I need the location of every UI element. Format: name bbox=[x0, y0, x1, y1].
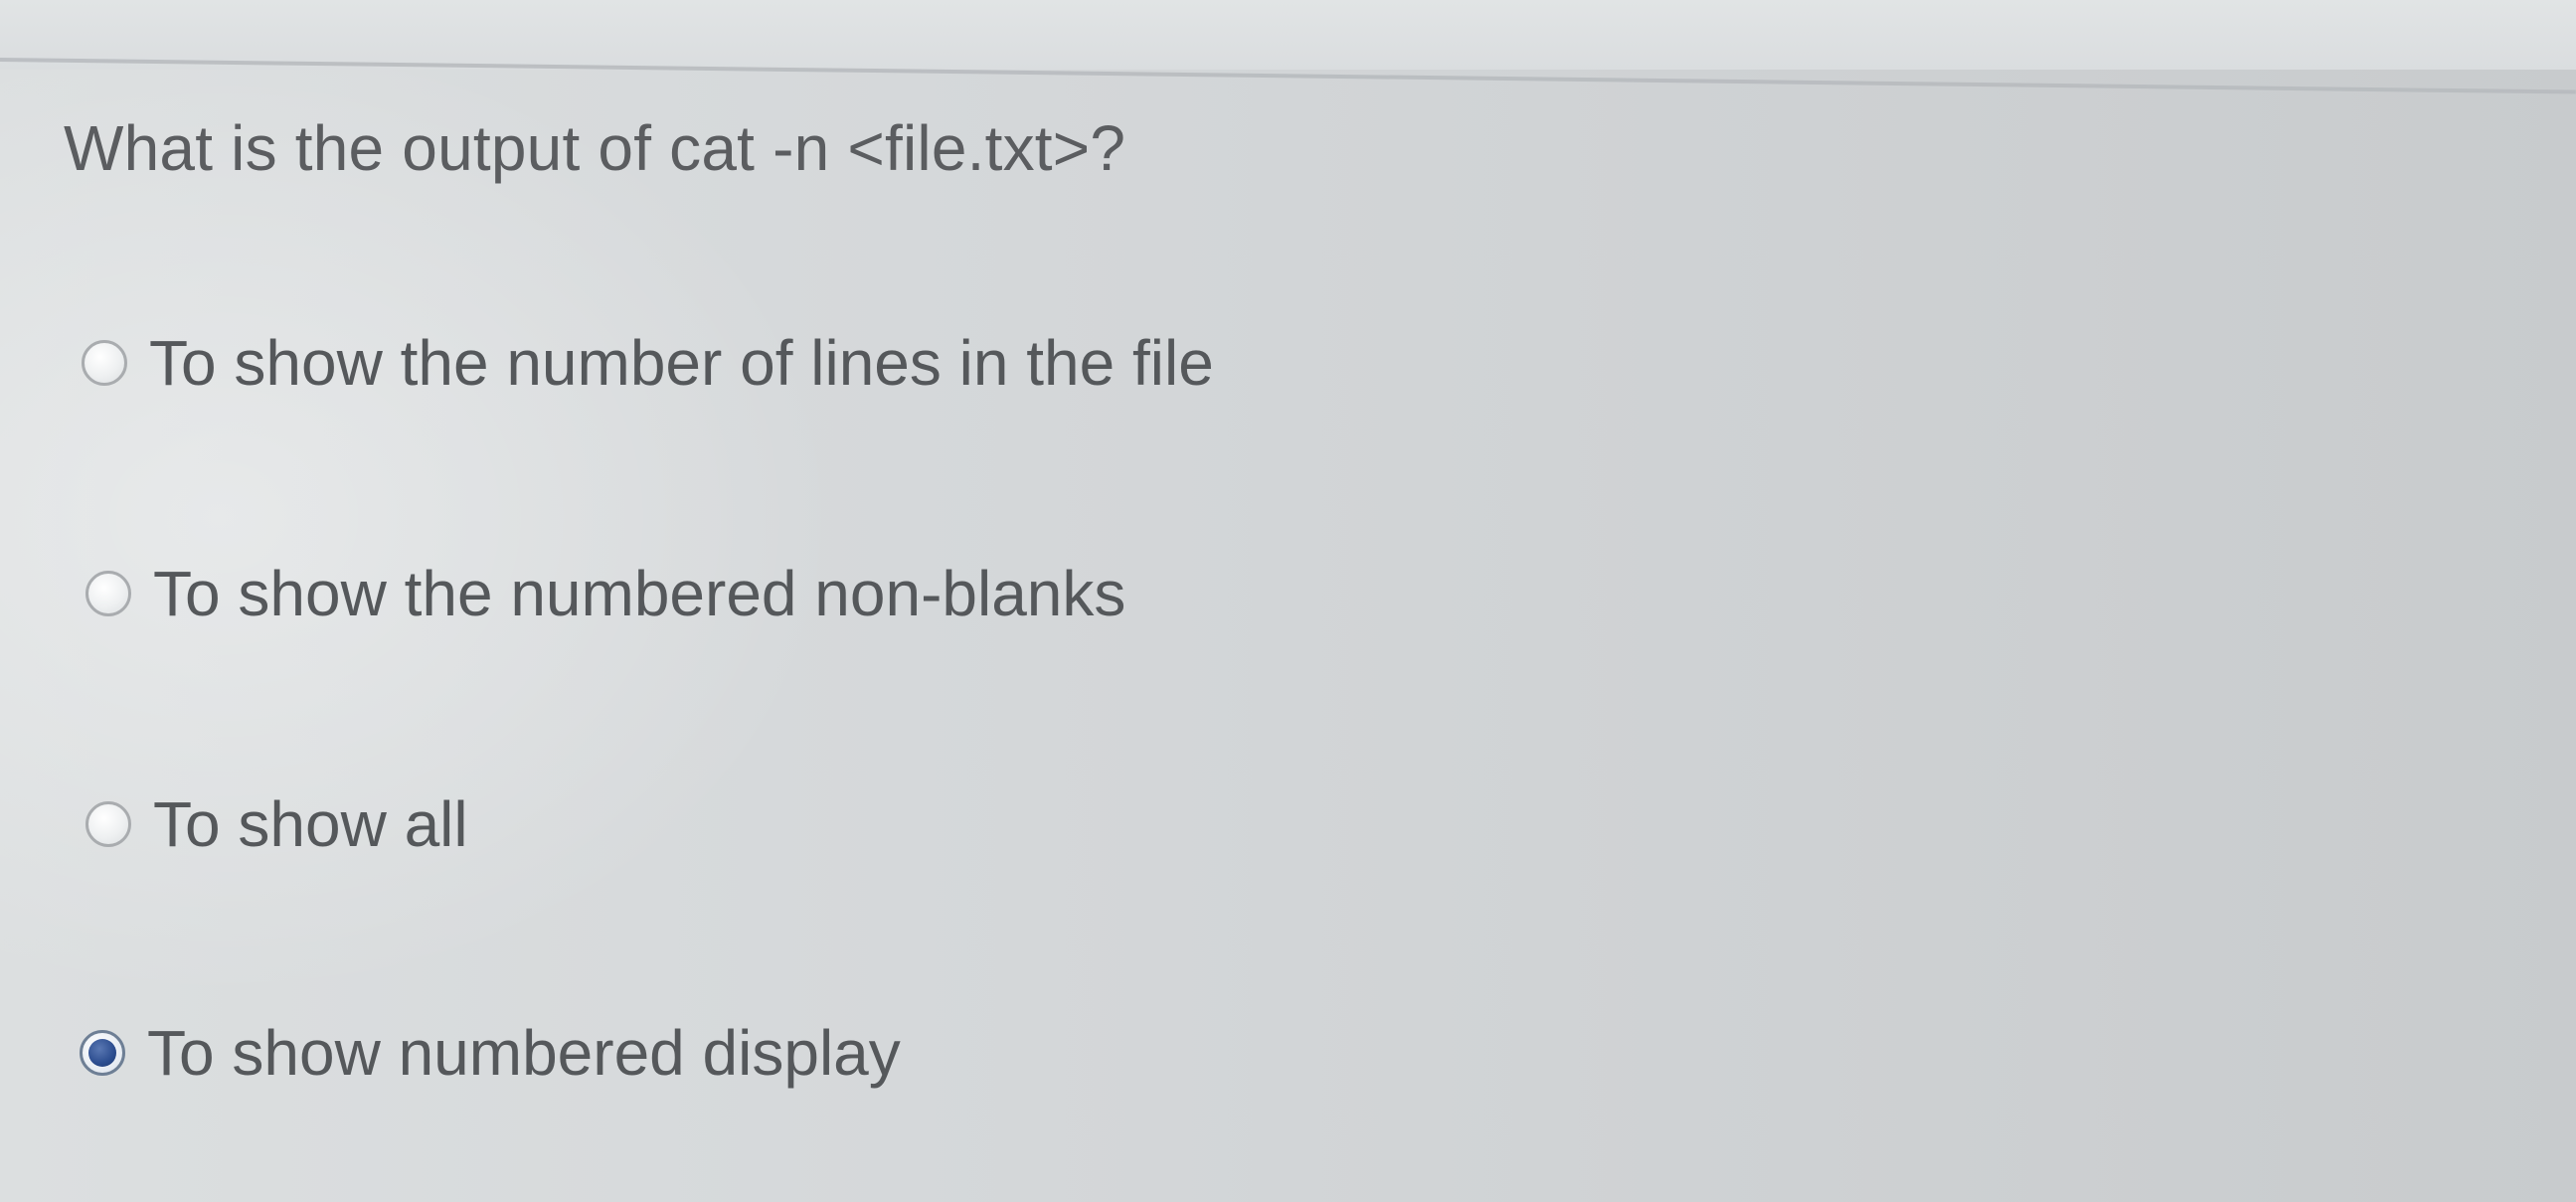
radio-button-unselected-icon[interactable] bbox=[86, 571, 131, 616]
top-band bbox=[0, 0, 2576, 70]
option-3[interactable]: To show all bbox=[86, 787, 468, 861]
radio-button-unselected-icon[interactable] bbox=[86, 801, 131, 847]
radio-button-selected-icon[interactable] bbox=[80, 1030, 125, 1076]
radio-button-unselected-icon[interactable] bbox=[82, 340, 127, 386]
option-label: To show numbered display bbox=[147, 1017, 901, 1089]
option-1[interactable]: To show the number of lines in the file bbox=[82, 326, 1214, 400]
option-label: To show the number of lines in the file bbox=[149, 327, 1214, 399]
option-label: To show all bbox=[153, 788, 468, 860]
question-text: What is the output of cat -n <file.txt>? bbox=[64, 112, 1126, 184]
option-2[interactable]: To show the numbered non-blanks bbox=[86, 557, 1125, 630]
option-4[interactable]: To show numbered display bbox=[80, 1016, 901, 1090]
option-label: To show the numbered non-blanks bbox=[153, 558, 1126, 629]
radio-dot-icon bbox=[88, 1039, 116, 1067]
